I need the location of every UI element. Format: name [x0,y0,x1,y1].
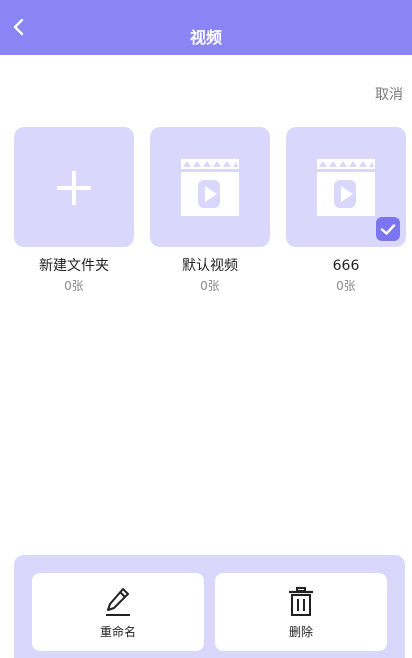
checkmark-icon[interactable] [376,217,400,241]
page-title: 视频 [189,28,222,47]
folder-name: 666 [332,258,360,274]
cancel-button[interactable]: 取消 [375,84,403,104]
folder-count: 0张 [64,279,84,293]
new-folder-tile[interactable]: 新建文件夹 0张 [14,127,134,293]
folder-item[interactable]: 默认视频 0张 [150,127,270,293]
trash-icon [289,587,313,616]
delete-button[interactable]: 删除 [215,573,387,651]
bottom-action-bar: 重命名 删除 [14,555,405,658]
folder-count: 0张 [336,279,356,293]
folder-name: 新建文件夹 [39,258,109,274]
video-clapper-icon [181,159,239,216]
pencil-icon [106,588,130,616]
title-bar: 视频 [0,0,412,55]
folder-thumbnail [14,127,134,247]
plus-icon [57,171,91,205]
folder-item-selected[interactable]: 666 0张 [286,127,406,293]
rename-label: 重命名 [99,625,136,639]
delete-label: 删除 [288,625,313,639]
folder-thumbnail [150,127,270,247]
rename-button[interactable]: 重命名 [32,573,204,651]
folder-count: 0张 [200,279,220,293]
folder-name: 默认视频 [182,258,238,274]
folder-thumbnail [286,127,406,247]
